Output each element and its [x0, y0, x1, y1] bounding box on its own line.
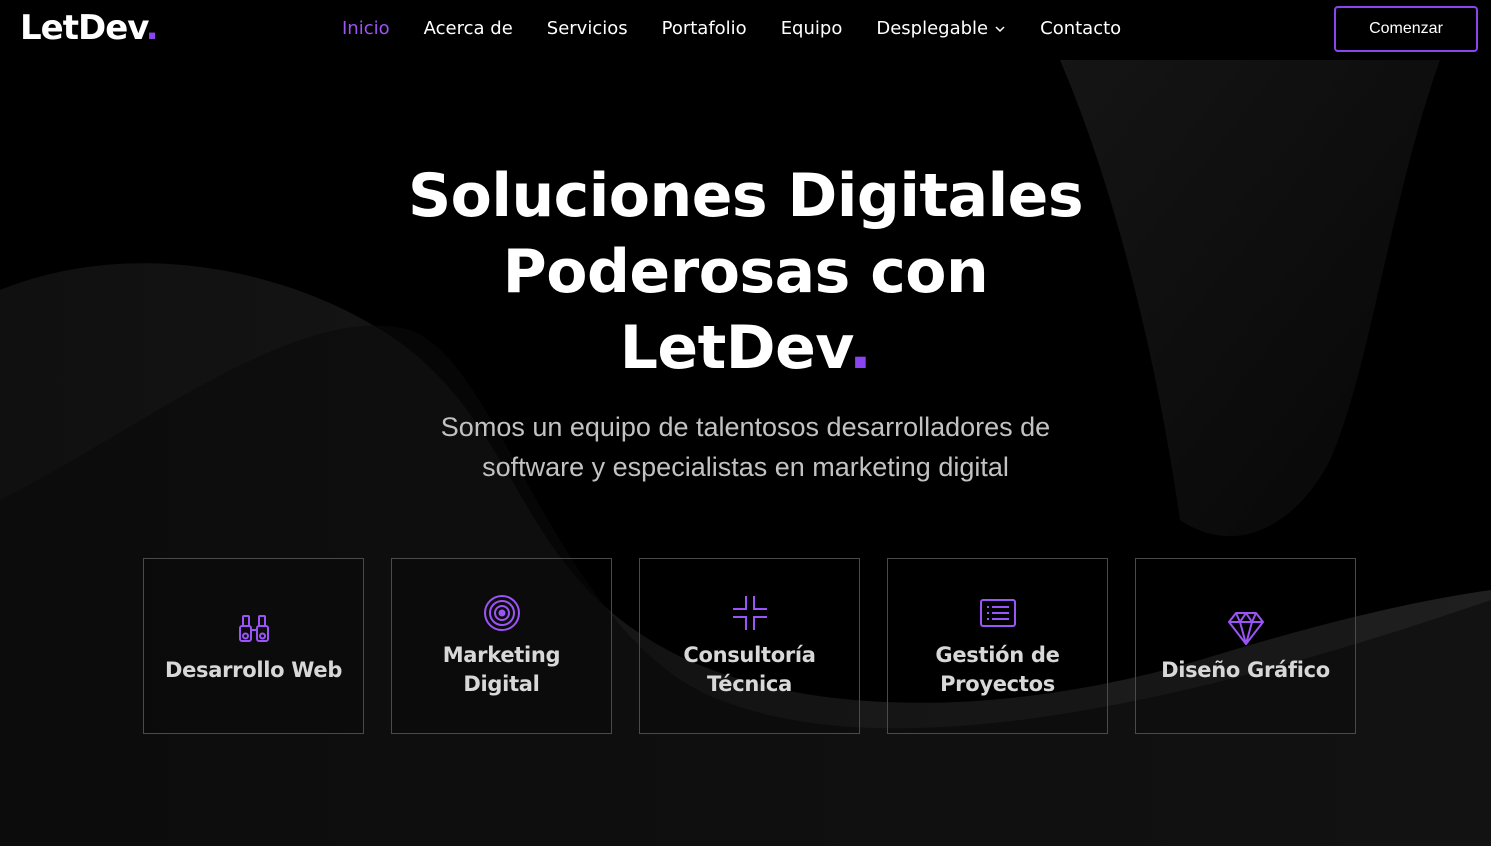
- services-row: Desarrollo Web Marketing Digital Consult…: [143, 558, 1356, 734]
- brand-logo[interactable]: LetDev.: [20, 8, 159, 48]
- nav-item-equipo[interactable]: Equipo: [781, 17, 843, 41]
- target-icon: [483, 595, 520, 631]
- service-label: Desarrollo Web: [164, 657, 343, 682]
- service-label: Consultoría Técnica: [683, 643, 816, 696]
- brand-name: LetDev: [20, 8, 147, 48]
- nav-item-desplegable-label: Desplegable: [876, 18, 989, 39]
- service-label: Diseño Gráfico: [1161, 657, 1330, 682]
- hero-subtitle: Somos un equipo de talentosos desarrolla…: [440, 412, 1051, 482]
- service-label: Marketing Digital: [442, 643, 561, 696]
- hero-section: Soluciones Digitales Poderosas con LetDe…: [0, 158, 1491, 487]
- list-icon: [979, 599, 1016, 627]
- hero-title-line-2: Poderosas con: [502, 237, 989, 307]
- nav-item-inicio[interactable]: Inicio: [342, 17, 390, 41]
- service-card-desarrollo-web[interactable]: Desarrollo Web: [143, 558, 364, 734]
- diamond-icon: [1227, 611, 1264, 645]
- nav-item-portafolio[interactable]: Portafolio: [662, 17, 747, 41]
- page: LetDev. Inicio Acerca de Servicios Porta…: [0, 0, 1491, 846]
- binoculars-icon: [238, 614, 269, 642]
- service-card-consultoria-tecnica[interactable]: Consultoría Técnica: [639, 558, 860, 734]
- nav-item-servicios[interactable]: Servicios: [547, 17, 628, 41]
- hero-title-line-1: Soluciones Digitales: [407, 161, 1084, 231]
- service-card-marketing-digital[interactable]: Marketing Digital: [391, 558, 612, 734]
- service-label: Gestión de Proyectos: [935, 643, 1060, 696]
- hero-title-brand: LetDev: [619, 313, 850, 383]
- hero-title-dot: .: [849, 313, 872, 383]
- main-nav: Inicio Acerca de Servicios Portafolio Eq…: [342, 17, 1155, 41]
- service-card-diseno-grafico[interactable]: Diseño Gráfico: [1135, 558, 1356, 734]
- service-card-gestion-de-proyectos[interactable]: Gestión de Proyectos: [887, 558, 1108, 734]
- collapse-corners-icon: [732, 596, 767, 630]
- site-header: LetDev. Inicio Acerca de Servicios Porta…: [0, 0, 1491, 58]
- nav-item-desplegable[interactable]: Desplegable: [876, 17, 1006, 41]
- nav-item-contacto[interactable]: Contacto: [1040, 17, 1121, 41]
- hero-title: Soluciones Digitales Poderosas con LetDe…: [0, 158, 1491, 386]
- chevron-down-icon: [995, 26, 1005, 33]
- nav-item-acerca-de[interactable]: Acerca de: [424, 17, 513, 41]
- hero-title-line-3: LetDev.: [0, 310, 1491, 386]
- get-started-button[interactable]: Comenzar: [1334, 6, 1478, 52]
- brand-dot: .: [145, 8, 159, 48]
